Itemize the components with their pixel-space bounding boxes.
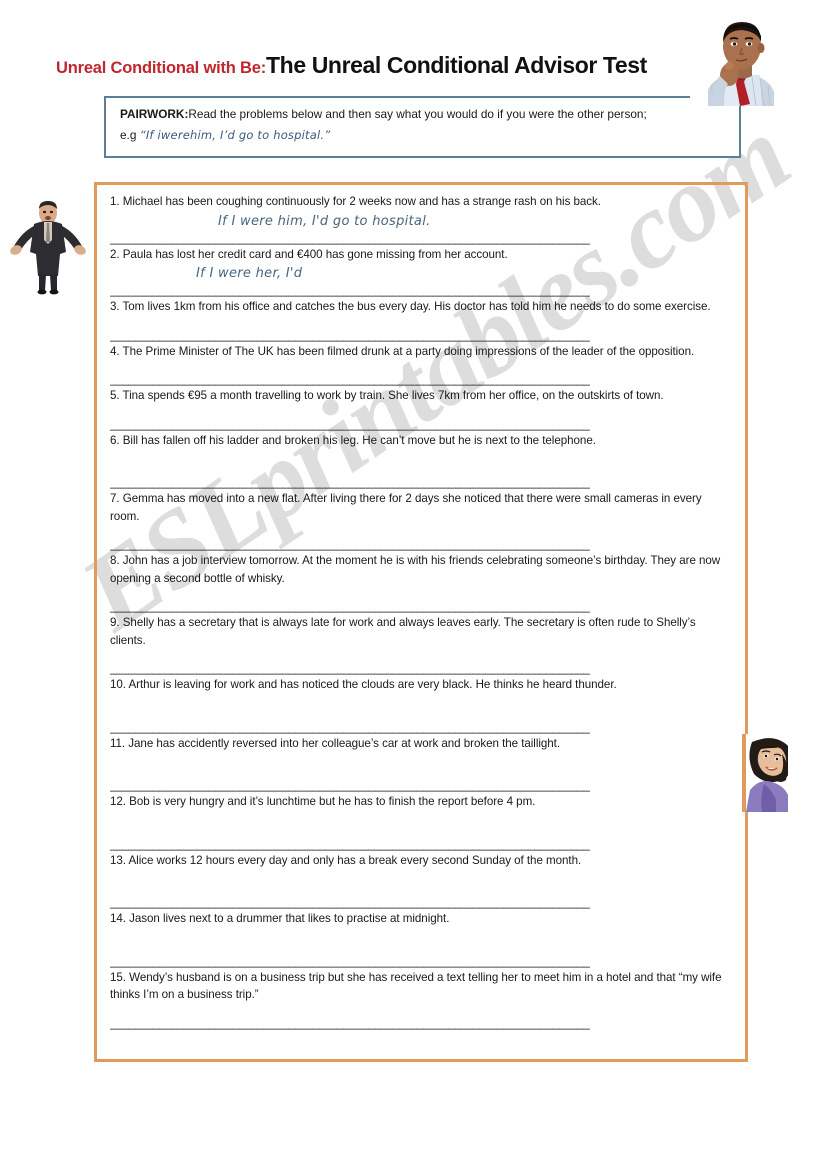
item-answer: If I were him, I'd go to hospital. xyxy=(218,213,431,229)
answer-blank-line[interactable]: ________________________________________… xyxy=(110,663,732,676)
exercise-item: 8. John has a job interview tomorrow. At… xyxy=(110,552,732,614)
item-prompt: 10. Arthur is leaving for work and has n… xyxy=(110,678,617,691)
answer-blank-line[interactable]: ________________________________________… xyxy=(110,477,732,490)
page-title-main: The Unreal Conditional Advisor Test xyxy=(266,52,647,78)
exercise-item: 10. Arthur is leaving for work and has n… xyxy=(110,676,732,735)
exercise-item: 13. Alice works 12 hours every day and o… xyxy=(110,852,732,911)
thinking-man-photo xyxy=(690,18,790,106)
exercise-item: 9. Shelly has a secretary that is always… xyxy=(110,614,732,676)
exercise-item: 2. Paula has lost her credit card and €4… xyxy=(110,246,732,299)
answer-blank-line[interactable]: ________________________________________… xyxy=(110,233,732,246)
item-prompt: 12. Bob is very hungry and it’s lunchtim… xyxy=(110,795,536,808)
item-prompt: 9. Shelly has a secretary that is always… xyxy=(110,616,696,647)
item-prompt: 5. Tina spends €95 a month travelling to… xyxy=(110,389,664,402)
answer-space[interactable] xyxy=(110,869,732,897)
answer-space[interactable] xyxy=(110,752,732,780)
item-prompt: 1. Michael has been coughing continuousl… xyxy=(110,195,601,208)
instruction-box: PAIRWORK:Read the problems below and the… xyxy=(104,96,741,158)
item-prompt: 6. Bill has fallen off his ladder and br… xyxy=(110,433,596,447)
example-prefix: e.g xyxy=(120,128,140,142)
item-prompt: 2. Paula has lost her credit card and €4… xyxy=(110,247,508,261)
answer-blank-line[interactable]: ________________________________________… xyxy=(110,419,732,432)
answer-blank-line[interactable]: ________________________________________… xyxy=(110,780,732,793)
answer-space[interactable] xyxy=(110,449,732,477)
answer-blank-line[interactable]: ________________________________________… xyxy=(110,1018,732,1031)
answer-space[interactable] xyxy=(110,316,732,330)
answer-space[interactable] xyxy=(110,811,732,839)
answer-space[interactable] xyxy=(110,405,732,419)
peeking-woman-photo xyxy=(742,734,816,812)
exercise-item: 12. Bob is very hungry and it’s lunchtim… xyxy=(110,793,732,852)
answer-blank-line[interactable]: ________________________________________… xyxy=(110,374,732,387)
exercise-item: 14. Jason lives next to a drummer that l… xyxy=(110,910,732,969)
item-prompt: 7. Gemma has moved into a new flat. Afte… xyxy=(110,492,702,523)
answer-blank-line[interactable]: ________________________________________… xyxy=(110,601,732,614)
answer-blank-line[interactable]: ________________________________________… xyxy=(110,839,732,852)
answer-space[interactable] xyxy=(110,928,732,956)
example-sentence: “If iwerehim, I’d go to hospital.” xyxy=(139,128,331,142)
item-prompt: 15. Wendy’s husband is on a business tri… xyxy=(110,970,722,1002)
exercise-item: 6. Bill has fallen off his ladder and br… xyxy=(110,432,732,491)
answer-blank-line[interactable]: ________________________________________… xyxy=(110,722,732,735)
answer-space[interactable] xyxy=(110,525,732,539)
exercise-item: 5. Tina spends €95 a month travelling to… xyxy=(110,387,732,432)
answer-space[interactable] xyxy=(110,1004,732,1018)
page-title: Unreal Conditional with Be:The Unreal Co… xyxy=(56,52,676,86)
worksheet-page: ESLprintables.com Unreal Conditional wit… xyxy=(0,0,826,1169)
exercise-item: 3. Tom lives 1km from his office and cat… xyxy=(110,298,732,343)
answer-blank-line[interactable]: ________________________________________… xyxy=(110,956,732,969)
instruction-body: Read the problems below and then say wha… xyxy=(188,107,647,121)
exercise-box: 1. Michael has been coughing continuousl… xyxy=(94,182,748,1062)
exercise-item: 11. Jane has accidently reversed into he… xyxy=(110,735,732,794)
answer-space[interactable] xyxy=(110,360,732,374)
item-prompt: 11. Jane has accidently reversed into he… xyxy=(110,736,561,750)
instruction-line-1: PAIRWORK:Read the problems below and the… xyxy=(120,107,727,122)
answer-blank-line[interactable]: ________________________________________… xyxy=(110,897,732,910)
exercise-item: 4. The Prime Minister of The UK has been… xyxy=(110,343,732,388)
answer-space[interactable] xyxy=(110,649,732,663)
answer-blank-line[interactable]: ________________________________________… xyxy=(110,539,732,552)
item-prompt: 13. Alice works 12 hours every day and o… xyxy=(110,853,582,867)
shrugging-man-photo xyxy=(8,196,88,296)
exercise-item: 7. Gemma has moved into a new flat. Afte… xyxy=(110,490,732,552)
answer-blank-line[interactable]: ________________________________________… xyxy=(110,285,732,298)
item-prompt: 3. Tom lives 1km from his office and cat… xyxy=(110,300,711,313)
item-prompt: 4. The Prime Minister of The UK has been… xyxy=(110,344,695,358)
answer-space[interactable] xyxy=(110,694,732,722)
answer-blank-line[interactable]: ________________________________________… xyxy=(110,330,732,343)
exercise-item: 15. Wendy’s husband is on a business tri… xyxy=(110,969,732,1031)
pairwork-label: PAIRWORK: xyxy=(120,107,189,121)
item-prompt: 14. Jason lives next to a drummer that l… xyxy=(110,912,450,925)
answer-space[interactable] xyxy=(110,587,732,601)
page-title-prefix: Unreal Conditional with Be: xyxy=(56,59,267,77)
item-prompt: 8. John has a job interview tomorrow. At… xyxy=(110,554,721,585)
instruction-line-2: e.g “If iwerehim, I’d go to hospital.” xyxy=(120,128,727,143)
item-answer: If I were her, I'd xyxy=(196,266,303,281)
exercise-item: 1. Michael has been coughing continuousl… xyxy=(110,193,732,246)
